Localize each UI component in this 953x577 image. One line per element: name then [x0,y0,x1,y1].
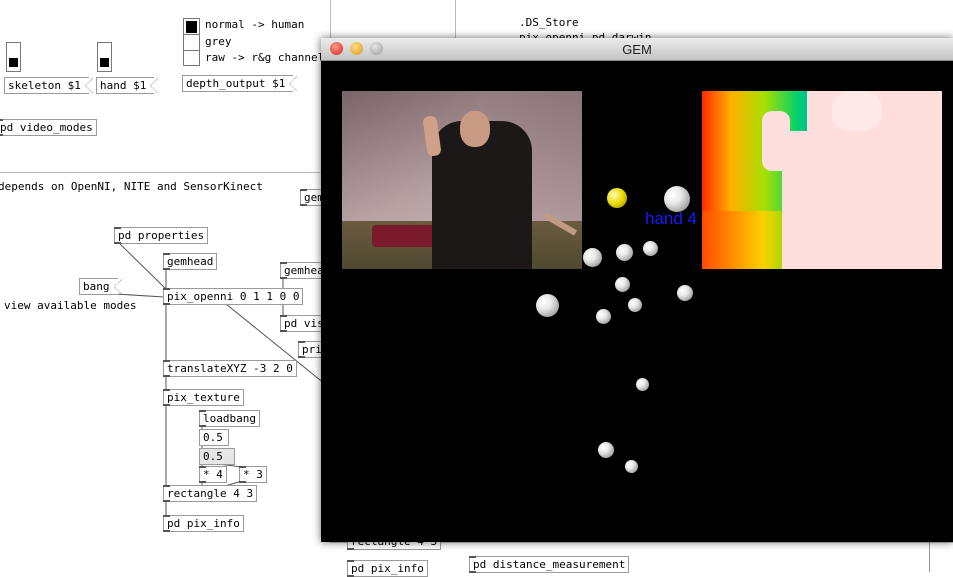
skeleton-toggle[interactable] [6,42,21,72]
depends-comment: depends on OpenNI, NITE and SensorKinect [0,180,263,193]
pd-pix-info-object-bottom[interactable]: pd pix_info [347,560,428,577]
joint-sphere [598,442,614,458]
window-divider [929,542,930,572]
rectangle-object[interactable]: rectangle 4 3 [163,485,258,502]
pd-properties-object[interactable]: pd properties [114,227,209,244]
loadbang-object[interactable]: loadbang [199,410,260,427]
file-item-ds-store[interactable]: .DS_Store [519,16,579,29]
skeleton-message[interactable]: skeleton $1 [4,77,93,94]
hand-message[interactable]: hand $1 [96,77,159,94]
translatexyz-object[interactable]: translateXYZ -3 2 0 [163,360,297,377]
multiply-3-object[interactable]: * 3 [239,466,267,483]
gemhead-object[interactable]: gemhead [163,253,218,270]
joint-sphere [628,298,642,312]
radio-option-normal: normal -> human [205,18,305,31]
number-box-2[interactable]: 0.5 [199,448,235,465]
bang-message[interactable]: bang [79,278,122,295]
multiply-4-object[interactable]: * 4 [199,466,227,483]
gem-window[interactable]: GEM hand 4 [321,38,953,542]
joint-sphere [596,309,611,324]
radio-selected-cell [186,21,197,33]
number-box-1[interactable]: 0.5 [199,429,229,446]
radio-option-raw: raw -> r&g channel [205,51,325,64]
joint-sphere [615,277,630,292]
rgb-camera-image [342,91,582,269]
depth-output-radio[interactable] [183,18,200,66]
joint-sphere [664,186,690,212]
hand-label: hand 4 [645,209,697,228]
pd-distance-measurement-object[interactable]: pd distance_measurement [469,556,630,573]
view-modes-comment: view available modes [4,299,137,312]
joint-sphere [643,241,658,256]
hand-toggle[interactable] [97,42,112,72]
joint-sphere [616,244,633,261]
joint-sphere [636,378,649,391]
gem-window-title: GEM [622,42,652,57]
joint-sphere-highlight [607,188,627,208]
depth-camera-image [702,91,942,269]
joint-sphere [677,285,693,301]
joint-sphere [625,460,638,473]
joint-sphere [536,294,559,317]
joint-sphere [583,248,602,267]
pix-openni-object[interactable]: pix_openni 0 1 1 0 0 [163,288,304,305]
pix-texture-object[interactable]: pix_texture [163,389,244,406]
pd-video-modes-object[interactable]: pd video_modes [0,119,97,136]
gem-titlebar[interactable]: GEM [321,38,953,61]
radio-option-grey: grey [205,35,232,48]
pd-pix-info-object[interactable]: pd pix_info [163,515,244,532]
depth-output-message[interactable]: depth_output $1 [182,75,298,92]
